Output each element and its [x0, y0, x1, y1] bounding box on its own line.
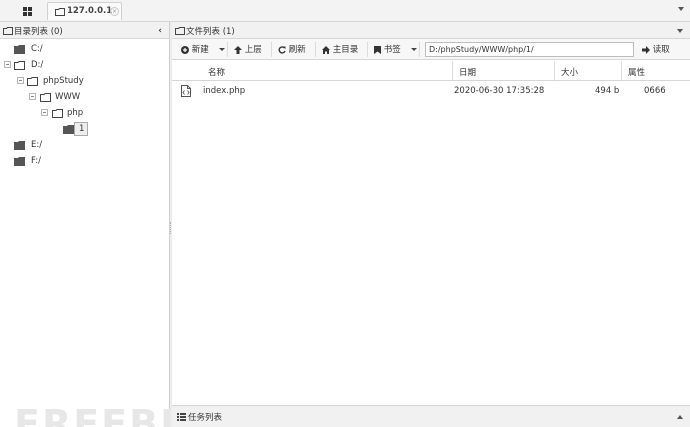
- home-button[interactable]: 主目录: [322, 43, 358, 57]
- folder-icon: [55, 8, 65, 19]
- tree-item-c-drive[interactable]: C:/: [14, 43, 74, 57]
- column-header-size[interactable]: 大小: [561, 66, 578, 78]
- chevron-down-icon: [411, 48, 418, 51]
- php-file-icon: [181, 85, 191, 100]
- task-bar-title: 任务列表: [188, 413, 223, 423]
- column-header-date[interactable]: 日期: [459, 66, 476, 78]
- file-panel-header: 文件列表 (1): [172, 22, 690, 39]
- folder-icon: [14, 45, 25, 57]
- file-perm: 0666: [644, 86, 666, 96]
- tree-item-label: phpStudy: [43, 76, 84, 86]
- column-header-name[interactable]: 名称: [208, 66, 225, 78]
- new-button-label: 新建: [191, 45, 209, 55]
- folder-open-icon: [27, 77, 38, 89]
- file-name: index.php: [203, 86, 246, 96]
- collapse-toggle[interactable]: [41, 109, 48, 116]
- bookmark-icon: [374, 45, 381, 54]
- bookmark-label: 书签: [383, 45, 401, 55]
- file-panel: 文件列表 (1) 新建 上层 刷新 主目录 书签 D:/phpStudy/WWW…: [172, 22, 690, 427]
- folder-open-icon: [14, 61, 25, 73]
- path-input[interactable]: [425, 42, 634, 57]
- tab-bar: 127.0.0.1 ×: [0, 0, 690, 22]
- bookmark-button[interactable]: 书签: [374, 43, 418, 57]
- tab-label: 127.0.0.1: [67, 6, 113, 16]
- directory-panel-header: 目录列表 (0) ‹: [0, 22, 169, 39]
- chevron-left-icon[interactable]: ‹: [158, 26, 162, 36]
- list-icon: [177, 413, 186, 424]
- folder-icon: [63, 125, 74, 137]
- file-table-header: 名称 日期 大小 属性: [172, 61, 690, 81]
- home-icon: [322, 45, 330, 54]
- collapse-toggle[interactable]: [4, 61, 11, 68]
- tree-item-label: F:/: [31, 156, 41, 166]
- folder-open-icon: [40, 93, 51, 105]
- tree-item-d-drive[interactable]: D:/: [14, 59, 74, 73]
- folder-open-icon: [52, 109, 63, 121]
- tree-item-f-drive[interactable]: F:/: [14, 155, 74, 169]
- folder-icon: [14, 141, 25, 153]
- tree-item-label: D:/: [31, 60, 44, 70]
- up-level-label: 上层: [244, 45, 262, 55]
- tree-item-label: E:/: [31, 140, 43, 150]
- tree-item-1[interactable]: 1: [62, 122, 102, 137]
- chevron-down-icon[interactable]: [678, 7, 684, 11]
- close-icon[interactable]: ×: [110, 7, 119, 16]
- up-level-button[interactable]: 上层: [234, 43, 262, 57]
- toolbar: 新建 上层 刷新 主目录 书签 读取: [172, 39, 690, 60]
- collapse-toggle[interactable]: [17, 77, 24, 84]
- read-button[interactable]: 读取: [642, 43, 670, 57]
- column-header-perm[interactable]: 属性: [628, 66, 645, 78]
- home-label: 主目录: [332, 45, 359, 55]
- table-row[interactable]: index.php 2020-06-30 17:35:28 494 b 0666: [172, 82, 690, 100]
- folder-icon: [3, 27, 13, 38]
- tree-item-label: php: [67, 108, 84, 118]
- collapse-toggle[interactable]: [29, 93, 36, 100]
- tree-item-label: C:/: [31, 44, 43, 54]
- refresh-label: 刷新: [288, 45, 306, 55]
- directory-panel: 目录列表 (0) ‹ C:/ D:/ phpStudy WWW php 1 E:…: [0, 22, 219, 427]
- tab-host[interactable]: 127.0.0.1 ×: [47, 2, 122, 20]
- file-date: 2020-06-30 17:35:28: [454, 86, 545, 96]
- new-button[interactable]: 新建: [181, 43, 226, 57]
- tree-item-phpstudy[interactable]: phpStudy: [27, 75, 97, 89]
- tree-item-www[interactable]: WWW: [40, 91, 100, 105]
- chevron-up-icon[interactable]: [677, 415, 683, 419]
- grid-icon[interactable]: [17, 5, 39, 18]
- folder-icon: [14, 157, 25, 169]
- directory-panel-title: 目录列表 (0): [14, 27, 63, 37]
- tree-item-label: 1: [79, 124, 85, 134]
- file-panel-title: 文件列表 (1): [186, 27, 235, 37]
- chevron-down-icon: [219, 48, 226, 51]
- arrow-right-icon: [642, 45, 650, 54]
- refresh-icon: [278, 45, 286, 54]
- tree-item-php[interactable]: php: [52, 107, 102, 121]
- refresh-button[interactable]: 刷新: [278, 43, 306, 57]
- chevron-down-icon[interactable]: [677, 29, 683, 33]
- tree-item-label: WWW: [55, 92, 81, 102]
- plus-circle-icon: [181, 45, 189, 54]
- arrow-up-icon: [234, 45, 242, 54]
- tree-item-e-drive[interactable]: E:/: [14, 139, 74, 153]
- folder-icon: [175, 27, 185, 38]
- file-size: 494 b: [595, 86, 620, 96]
- task-bar[interactable]: 任务列表: [172, 405, 690, 427]
- read-label: 读取: [652, 45, 670, 55]
